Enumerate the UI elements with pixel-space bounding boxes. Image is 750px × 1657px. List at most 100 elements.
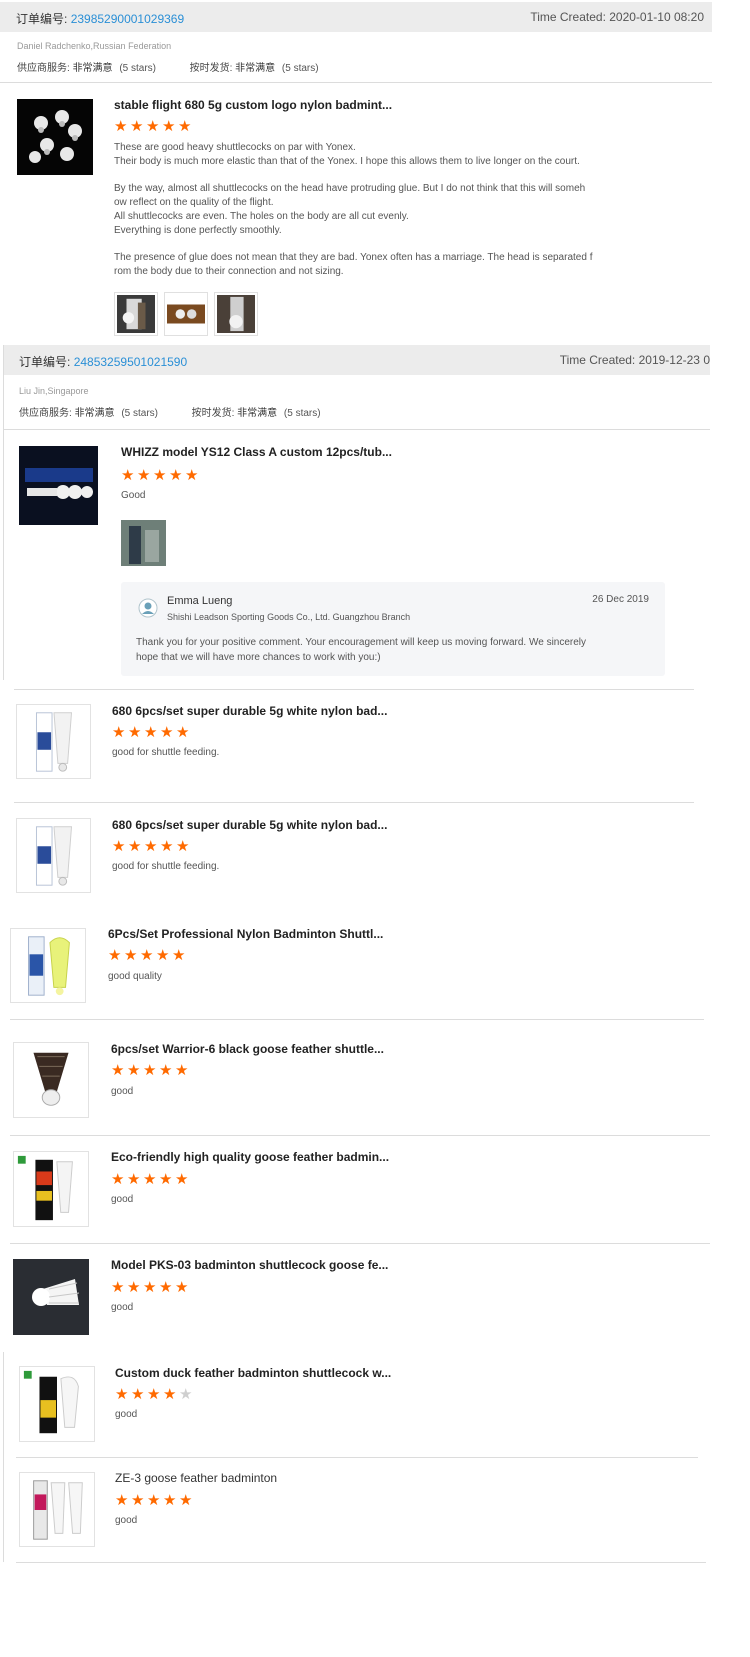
rating-stars: ★ ★ ★ ★ ★ (115, 1492, 193, 1509)
star-icon: ★ (156, 947, 170, 964)
star-icon: ★ (127, 1279, 141, 1296)
shipping-label: 按时发货: (191, 408, 235, 419)
divider (10, 1019, 704, 1020)
review-text: Good (121, 490, 146, 501)
star-icon: ★ (153, 467, 167, 484)
product-title[interactable]: WHIZZ model YS12 Class A custom 12pcs/tu… (121, 445, 392, 459)
review-text: good (115, 1409, 138, 1420)
star-icon: ★ (143, 1171, 157, 1188)
star-icon: ★ (124, 947, 138, 964)
rating-stars: ★ ★ ★ ★ ★ (111, 1279, 189, 1296)
star-icon: ★ (121, 467, 135, 484)
product-thumbnail[interactable] (17, 99, 93, 175)
star-icon: ★ (159, 1062, 173, 1079)
star-icon: ★ (185, 467, 199, 484)
star-icon: ★ (114, 118, 128, 135)
review-photo[interactable] (164, 292, 208, 336)
order-number-link[interactable]: 24853259501021590 (74, 355, 187, 369)
star-icon: ★ (130, 118, 144, 135)
product-title[interactable]: stable flight 680 5g custom logo nylon b… (114, 98, 392, 112)
review-text: good for shuttle feeding. (112, 861, 220, 872)
divider (14, 689, 694, 690)
star-icon: ★ (169, 467, 183, 484)
star-icon: ★ (143, 1279, 157, 1296)
order-number: 订单编号: 23985290001029369 (16, 10, 184, 27)
divider (3, 429, 710, 430)
product-thumbnail[interactable] (16, 818, 91, 893)
review-photo-image (117, 295, 155, 333)
product-title[interactable]: ZE-3 goose feather badminton (115, 1471, 277, 1485)
review-photo-image (121, 520, 166, 566)
review-photo[interactable] (214, 292, 258, 336)
shipping-value: 非常满意 (235, 63, 276, 74)
product-thumbnail[interactable] (19, 1366, 95, 1442)
review-photo[interactable] (121, 520, 166, 566)
product-thumbnail[interactable] (13, 1151, 89, 1227)
star-icon: ★ (111, 1171, 125, 1188)
rating-stars: ★ ★ ★ ★ ★ (121, 467, 199, 484)
star-icon: ★ (159, 1279, 173, 1296)
shuttlecock-feather-image (14, 1043, 88, 1117)
service-label: 供应商服务: (19, 408, 72, 419)
product-thumbnail[interactable] (19, 1472, 95, 1547)
star-icon: ★ (112, 724, 126, 741)
shuttlecock-image (17, 99, 93, 175)
product-thumbnail[interactable] (13, 1042, 89, 1118)
review-photo-image (167, 295, 205, 333)
shipping-value: 非常满意 (237, 408, 278, 419)
star-icon: ★ (127, 1062, 141, 1079)
shuttlecock-tube-image (20, 1367, 94, 1441)
star-icon: ★ (176, 838, 190, 855)
shipping-stars: (5 stars) (281, 63, 319, 74)
rating-stars: ★ ★ ★ ★ ★ (112, 838, 190, 855)
star-icon: ★ (115, 1386, 129, 1403)
product-title[interactable]: 680 6pcs/set super durable 5g white nylo… (112, 704, 387, 718)
order-label: 订单编号: (16, 12, 68, 26)
star-icon: ★ (160, 838, 174, 855)
reply-author: Emma Lueng (167, 595, 233, 607)
star-icon: ★ (147, 1386, 161, 1403)
product-title[interactable]: 680 6pcs/set super durable 5g white nylo… (112, 818, 387, 832)
reply-date: 26 Dec 2019 (592, 594, 649, 605)
review-text: good (115, 1515, 138, 1526)
buyer-info: Liu Jin,Singapore (19, 386, 89, 396)
divider (0, 82, 712, 83)
product-title[interactable]: 6Pcs/Set Professional Nylon Badminton Sh… (108, 927, 383, 941)
star-icon: ★ (163, 1492, 177, 1509)
star-icon: ★ (162, 118, 176, 135)
order-header: 订单编号: 23985290001029369 Time Created: 20… (0, 2, 712, 32)
seller-ratings: 供应商服务: 非常满意 (5 stars) 按时发货: 非常满意 (5 star… (17, 59, 319, 74)
star-icon: ★ (172, 947, 186, 964)
star-icon: ★ (108, 947, 122, 964)
product-title[interactable]: Custom duck feather badminton shuttlecoc… (115, 1366, 391, 1380)
rating-stars: ★ ★ ★ ★ ★ (114, 118, 192, 135)
service-stars: (5 stars) (119, 63, 157, 74)
product-thumbnail[interactable] (16, 704, 91, 779)
review-photo[interactable] (114, 292, 158, 336)
rating-stars: ★ ★ ★ ★ ★ (111, 1062, 189, 1079)
product-title[interactable]: 6pcs/set Warrior-6 black goose feather s… (111, 1042, 384, 1056)
rating-stars: ★ ★ ★ ★ ★ (112, 724, 190, 741)
star-icon: ★ (179, 1386, 193, 1403)
order-time: Time Created: 2020-01-10 08:20 (530, 10, 704, 24)
star-icon: ★ (179, 1492, 193, 1509)
rating-stars: ★ ★ ★ ★ ★ (108, 947, 186, 964)
product-thumbnail[interactable] (10, 928, 86, 1003)
star-icon: ★ (128, 838, 142, 855)
shuttlecock-tube-image (17, 705, 90, 778)
product-title[interactable]: Eco-friendly high quality goose feather … (111, 1150, 389, 1164)
reply-company: Shishi Leadson Sporting Goods Co., Ltd. … (167, 612, 411, 622)
star-icon: ★ (115, 1492, 129, 1509)
star-icon: ★ (140, 947, 154, 964)
star-icon: ★ (112, 838, 126, 855)
product-title[interactable]: Model PKS-03 badminton shuttlecock goose… (111, 1258, 388, 1272)
order-number: 订单编号: 24853259501021590 (19, 353, 187, 370)
supplier-reply: Emma Lueng Shishi Leadson Sporting Goods… (121, 582, 665, 676)
divider (14, 802, 694, 803)
divider (16, 1562, 706, 1563)
product-thumbnail[interactable] (19, 446, 98, 525)
reply-message: Thank you for your positive comment. You… (136, 637, 587, 663)
star-icon: ★ (178, 118, 192, 135)
product-thumbnail[interactable] (13, 1259, 89, 1335)
order-number-link[interactable]: 23985290001029369 (71, 12, 184, 26)
